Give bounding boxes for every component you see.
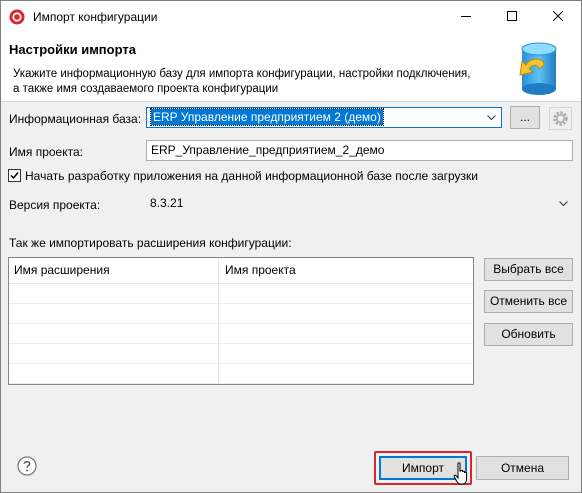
column-header-project-name[interactable]: Имя проекта <box>225 263 296 277</box>
minimize-button[interactable] <box>443 1 489 32</box>
start-dev-checkbox[interactable] <box>8 169 21 182</box>
title-bar: Импорт конфигурации <box>1 1 581 32</box>
hand-pointer-cursor-icon <box>453 462 471 489</box>
banner-description: Укажите информационную базу для импорта … <box>13 67 503 97</box>
header-banner: Настройки импорта Укажите информационную… <box>1 32 581 102</box>
import-config-dialog: Импорт конфигурации Настройки импорта Ук… <box>0 0 582 493</box>
database-import-icon <box>508 39 564 99</box>
project-version-value: 8.3.21 <box>150 196 184 210</box>
maximize-button[interactable] <box>489 1 535 32</box>
cancel-button[interactable]: Отмена <box>476 456 569 480</box>
extensions-table[interactable]: Имя расширения Имя проекта <box>8 257 474 385</box>
project-version-select[interactable]: 8.3.21 <box>146 193 573 214</box>
refresh-button[interactable]: Обновить <box>484 323 573 346</box>
extensions-section-label: Так же импортировать расширения конфигур… <box>9 236 292 250</box>
column-header-extension-name[interactable]: Имя расширения <box>14 263 110 277</box>
select-all-button[interactable]: Выбрать все <box>484 258 573 281</box>
deselect-all-button[interactable]: Отменить все <box>484 290 573 313</box>
project-name-label: Имя проекта: <box>9 145 83 159</box>
project-name-input[interactable]: ERP_Управление_предприятием_2_демо <box>146 140 573 161</box>
chevron-down-icon <box>487 115 496 121</box>
app-logo-icon <box>9 9 25 25</box>
checkmark-icon <box>10 172 19 180</box>
infobase-combo[interactable]: ERP Управление предприятием 2 (демо) <box>146 107 502 128</box>
table-header: Имя расширения Имя проекта <box>9 258 473 284</box>
table-row <box>9 304 473 324</box>
window-title: Импорт конфигурации <box>33 10 158 24</box>
banner-description-line: а также имя создаваемого проекта конфигу… <box>13 83 279 95</box>
connection-settings-button[interactable] <box>549 107 572 130</box>
close-button[interactable] <box>535 1 581 32</box>
start-dev-checkbox-label[interactable]: Начать разработку приложения на данной и… <box>25 169 478 183</box>
table-row <box>9 344 473 364</box>
chevron-down-icon <box>559 201 568 207</box>
help-icon[interactable] <box>17 456 37 476</box>
browse-infobase-button[interactable]: ... <box>510 106 540 129</box>
banner-title: Настройки импорта <box>9 42 136 57</box>
table-row <box>9 324 473 344</box>
table-row <box>9 284 473 304</box>
infobase-label: Информационная база: <box>9 112 142 126</box>
project-version-label: Версия проекта: <box>9 198 101 212</box>
table-row <box>9 364 473 384</box>
infobase-value: ERP Управление предприятием 2 (демо) <box>150 108 384 126</box>
banner-description-line: Укажите информационную базу для импорта … <box>13 68 471 80</box>
